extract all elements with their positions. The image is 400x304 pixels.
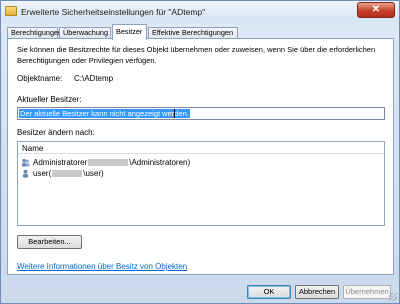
resize-grip[interactable] <box>389 293 397 301</box>
current-owner-label: Aktueller Besitzer: <box>17 95 82 104</box>
cancel-button[interactable]: Abbrechen <box>295 285 339 299</box>
window-title: Erweiterte Sicherheitseinstellungen für … <box>21 7 206 17</box>
close-button[interactable]: ✕ <box>357 2 395 18</box>
object-name-label: Objektname: <box>17 74 63 83</box>
owner-item-name-end: \user) <box>83 169 104 178</box>
column-header-name[interactable]: Name <box>22 144 43 153</box>
text-caret <box>174 109 175 118</box>
group-users-icon <box>21 158 30 167</box>
owner-panel: Sie können die Besitzrechte für dieses O… <box>7 38 394 275</box>
redacted-area <box>52 170 83 177</box>
ok-button[interactable]: OK <box>247 285 291 299</box>
apply-button[interactable]: Übernehmen <box>343 285 391 299</box>
list-item[interactable]: user( \user) <box>19 168 383 179</box>
redacted-area <box>88 159 129 166</box>
owner-list[interactable]: Name Administratorer \Administratoren) u… <box>17 141 385 226</box>
title-bar[interactable]: Erweiterte Sicherheitseinstellungen für … <box>1 1 399 23</box>
object-name-value: C:\ADtemp <box>74 74 114 83</box>
list-item[interactable]: Administratorer \Administratoren) <box>19 157 383 168</box>
user-icon <box>22 169 29 178</box>
more-info-link[interactable]: Weitere Informationen über Besitz von Ob… <box>17 262 187 271</box>
current-owner-value: Der aktuelle Besitzer kann nicht angezei… <box>19 109 190 118</box>
intro-text: Sie können die Besitzrechte für dieses O… <box>17 45 376 65</box>
folder-icon <box>5 6 17 16</box>
owner-item-name-end: \Administratoren) <box>129 158 191 167</box>
list-header: Name <box>18 142 384 154</box>
current-owner-field[interactable]: Der aktuelle Besitzer kann nicht angezei… <box>17 107 385 120</box>
owner-item-name-start: user( <box>33 169 52 178</box>
tab-besitzer[interactable]: Besitzer <box>112 24 147 40</box>
change-owner-label: Besitzer ändern nach: <box>17 128 95 137</box>
edit-button[interactable]: Bearbeiten... <box>17 235 82 249</box>
dialog-window: Erweiterte Sicherheitseinstellungen für … <box>0 0 400 304</box>
owner-item-name-start: Administratorer <box>33 158 88 167</box>
